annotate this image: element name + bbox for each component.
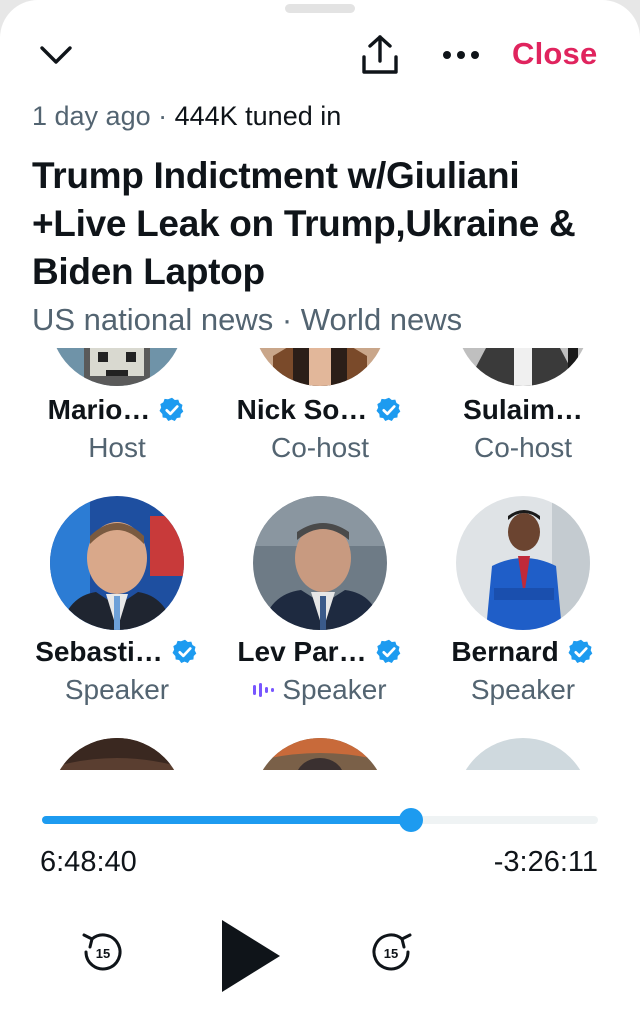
elapsed-time: 6:48:40 bbox=[40, 846, 137, 878]
progress-fill bbox=[42, 816, 411, 824]
verified-badge-icon bbox=[172, 639, 197, 663]
participant-name: Nick So… bbox=[236, 394, 368, 425]
avatar bbox=[456, 348, 590, 386]
participant-role-row: Co-host bbox=[418, 432, 628, 464]
chevron-down-icon bbox=[40, 46, 72, 64]
remaining-time: -3:26:11 bbox=[493, 846, 598, 878]
participant-role: Co-host bbox=[473, 432, 573, 463]
close-button[interactable]: Close bbox=[512, 36, 597, 72]
play-button[interactable] bbox=[216, 916, 286, 996]
participant-name-row: Lev Par… bbox=[215, 636, 425, 668]
skip-forward-label: 15 bbox=[384, 946, 398, 961]
participant-name-row: Bernard bbox=[418, 636, 628, 668]
share-button[interactable] bbox=[355, 32, 405, 78]
top-bar: Close bbox=[0, 28, 640, 84]
space-meta: 1 day ago · 444K tuned in bbox=[32, 101, 341, 132]
playback-progress-bar[interactable] bbox=[42, 808, 598, 832]
participant-name: Sulaim… bbox=[463, 394, 583, 425]
participant-name: Bernard bbox=[451, 636, 559, 667]
space-topics[interactable]: US national news · World news bbox=[32, 302, 462, 338]
participant-card[interactable]: Lev Par… Speaker bbox=[215, 496, 425, 710]
participant-role-row: Speaker bbox=[418, 674, 628, 706]
participant-name-row: Nick So… bbox=[215, 394, 425, 426]
participant-name-row: Sulaim… bbox=[418, 394, 628, 426]
participant-name: Sebasti… bbox=[35, 636, 163, 667]
participant-role: Speaker bbox=[282, 674, 387, 705]
participant-card[interactable]: Sebasti… Speaker bbox=[12, 496, 222, 710]
skip-back-15-button[interactable]: 15 bbox=[80, 930, 124, 974]
participant-card[interactable]: Sulaim… Co-host bbox=[418, 348, 628, 466]
progress-scrubber[interactable] bbox=[398, 808, 423, 832]
avatar bbox=[253, 348, 387, 386]
listener-count: 444K tuned in bbox=[174, 101, 342, 131]
participant-name-row: Mario… bbox=[12, 394, 222, 426]
more-button[interactable] bbox=[436, 40, 486, 70]
participant-card[interactable]: Mario… Host bbox=[12, 348, 222, 466]
space-title: Trump Indictment w/Giuliani +Live Leak o… bbox=[32, 155, 576, 292]
participant-role-row: Host bbox=[12, 432, 222, 464]
participant-name: Lev Par… bbox=[237, 636, 367, 667]
participant-name-row: Sebasti… bbox=[12, 636, 222, 668]
avatar bbox=[50, 348, 184, 386]
participant-role: Host bbox=[88, 432, 146, 463]
verified-badge-icon bbox=[376, 639, 400, 663]
participant-card[interactable]: Nick So… Co-host bbox=[215, 348, 425, 466]
verified-badge-icon bbox=[568, 639, 593, 663]
participants-grid: Mario… Host Nick So… Co-host Sulaim… Co-… bbox=[0, 348, 640, 770]
avatar bbox=[253, 496, 387, 630]
skip-forward-15-button[interactable]: 15 bbox=[370, 930, 414, 974]
avatar bbox=[456, 496, 590, 630]
verified-badge-icon bbox=[159, 397, 184, 421]
participant-role: Co-host bbox=[270, 432, 370, 463]
participant-card[interactable]: Bernard Speaker bbox=[418, 496, 628, 710]
avatar[interactable] bbox=[50, 738, 184, 770]
avatar[interactable] bbox=[456, 738, 590, 770]
speaking-indicator-icon bbox=[253, 683, 275, 697]
participant-role: Speaker bbox=[470, 674, 576, 705]
participant-role-row: Co-host bbox=[215, 432, 425, 464]
collapse-button[interactable] bbox=[34, 36, 78, 76]
playback-controls: 15 15 bbox=[0, 908, 640, 998]
space-sheet: Close 1 day ago · 444K tuned in Trump In… bbox=[0, 0, 640, 1016]
share-icon bbox=[362, 35, 398, 74]
meta-separator: · bbox=[150, 101, 175, 131]
participant-role: Speaker bbox=[64, 674, 170, 705]
avatar bbox=[50, 496, 184, 630]
participant-role-row: Speaker bbox=[12, 674, 222, 706]
verified-badge-icon bbox=[376, 397, 401, 421]
participant-role-row: Speaker bbox=[215, 674, 425, 706]
started-time: 1 day ago bbox=[32, 101, 151, 131]
sheet-grabber[interactable] bbox=[285, 4, 355, 13]
participant-name: Mario… bbox=[47, 394, 151, 425]
skip-back-label: 15 bbox=[96, 946, 110, 961]
more-icon bbox=[443, 51, 479, 59]
avatar[interactable] bbox=[253, 738, 387, 770]
